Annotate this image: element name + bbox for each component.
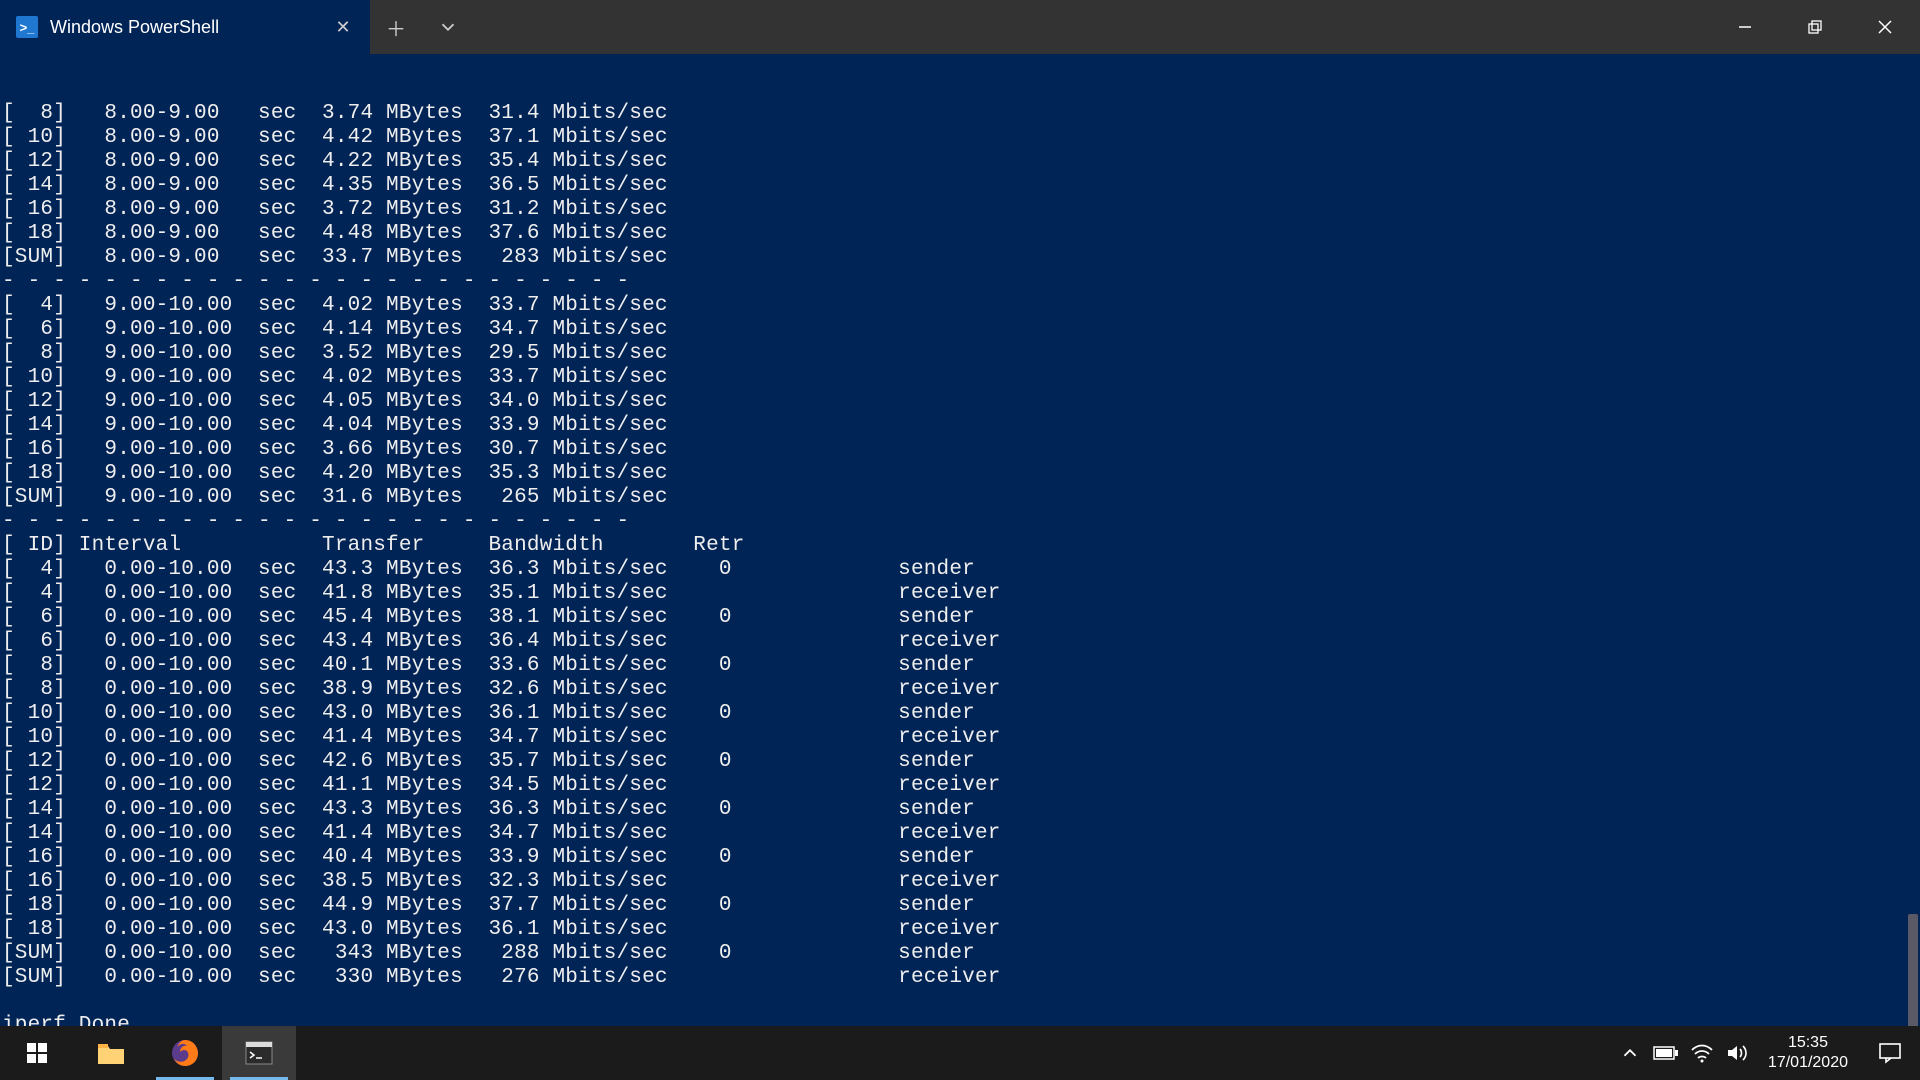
scrollbar-thumb[interactable] [1908, 914, 1918, 1026]
new-tab-button[interactable]: ＋ [370, 0, 422, 54]
terminal-line: [ 16] 9.00-10.00 sec 3.66 MBytes 30.7 Mb… [2, 438, 1918, 462]
terminal-line: [ 18] 8.00-9.00 sec 4.48 MBytes 37.6 Mbi… [2, 222, 1918, 246]
terminal-line: [ 14] 0.00-10.00 sec 41.4 MBytes 34.7 Mb… [2, 822, 1918, 846]
minimize-button[interactable] [1710, 0, 1780, 54]
close-icon [1878, 20, 1892, 34]
chevron-down-icon [437, 16, 459, 38]
terminal-line: [ ID] Interval Transfer Bandwidth Retr [2, 534, 1918, 558]
taskbar-clock[interactable]: 15:35 17/01/2020 [1756, 1026, 1860, 1080]
terminal-line: [ 10] 0.00-10.00 sec 41.4 MBytes 34.7 Mb… [2, 726, 1918, 750]
action-center-button[interactable] [1860, 1026, 1920, 1080]
tray-battery[interactable] [1648, 1026, 1684, 1080]
terminal-line: [ 12] 9.00-10.00 sec 4.05 MBytes 34.0 Mb… [2, 390, 1918, 414]
tab-title: Windows PowerShell [50, 17, 320, 38]
wifi-icon [1690, 1043, 1714, 1063]
volume-icon [1726, 1043, 1750, 1063]
terminal-tab[interactable]: >_ Windows PowerShell ✕ [0, 0, 370, 54]
clock-date: 17/01/2020 [1768, 1053, 1848, 1073]
battery-icon [1653, 1045, 1679, 1061]
app-window: >_ Windows PowerShell ✕ ＋ [ 8] 8.00-9.00… [0, 0, 1920, 1080]
terminal-line: [ 4] 0.00-10.00 sec 43.3 MBytes 36.3 Mbi… [2, 558, 1918, 582]
terminal-line: [SUM] 8.00-9.00 sec 33.7 MBytes 283 Mbit… [2, 246, 1918, 270]
terminal-line: [ 6] 9.00-10.00 sec 4.14 MBytes 34.7 Mbi… [2, 318, 1918, 342]
file-explorer-icon [96, 1040, 126, 1066]
terminal-line: [ 4] 9.00-10.00 sec 4.02 MBytes 33.7 Mbi… [2, 294, 1918, 318]
terminal-line: [ 8] 0.00-10.00 sec 38.9 MBytes 32.6 Mbi… [2, 678, 1918, 702]
taskbar-terminal[interactable] [222, 1026, 296, 1080]
tray-overflow-button[interactable] [1612, 1026, 1648, 1080]
terminal-line: [ 6] 0.00-10.00 sec 45.4 MBytes 38.1 Mbi… [2, 606, 1918, 630]
terminal-line: [ 8] 9.00-10.00 sec 3.52 MBytes 29.5 Mbi… [2, 342, 1918, 366]
terminal-line: [ 10] 8.00-9.00 sec 4.42 MBytes 37.1 Mbi… [2, 126, 1918, 150]
terminal-icon [244, 1040, 274, 1066]
start-button[interactable] [0, 1026, 74, 1080]
tray-volume[interactable] [1720, 1026, 1756, 1080]
terminal-line: [ 8] 8.00-9.00 sec 3.74 MBytes 31.4 Mbit… [2, 102, 1918, 126]
terminal-line: [ 8] 0.00-10.00 sec 40.1 MBytes 33.6 Mbi… [2, 654, 1918, 678]
terminal-line: iperf Done. [2, 1014, 1918, 1026]
maximize-button[interactable] [1780, 0, 1850, 54]
terminal-line: [SUM] 0.00-10.00 sec 343 MBytes 288 Mbit… [2, 942, 1918, 966]
notification-icon [1878, 1042, 1902, 1064]
terminal-line: [ 10] 0.00-10.00 sec 43.0 MBytes 36.1 Mb… [2, 702, 1918, 726]
chevron-up-icon [1619, 1042, 1641, 1064]
terminal-line: [SUM] 9.00-10.00 sec 31.6 MBytes 265 Mbi… [2, 486, 1918, 510]
terminal-line: [SUM] 0.00-10.00 sec 330 MBytes 276 Mbit… [2, 966, 1918, 990]
terminal-line: [ 16] 0.00-10.00 sec 40.4 MBytes 33.9 Mb… [2, 846, 1918, 870]
terminal-line: [ 14] 9.00-10.00 sec 4.04 MBytes 33.9 Mb… [2, 414, 1918, 438]
close-window-button[interactable] [1850, 0, 1920, 54]
scrollbar[interactable] [1898, 54, 1920, 1026]
terminal-line: - - - - - - - - - - - - - - - - - - - - … [2, 270, 1918, 294]
terminal-line: [ 4] 0.00-10.00 sec 41.8 MBytes 35.1 Mbi… [2, 582, 1918, 606]
terminal-line: [ 14] 0.00-10.00 sec 43.3 MBytes 36.3 Mb… [2, 798, 1918, 822]
terminal-output[interactable]: [ 8] 8.00-9.00 sec 3.74 MBytes 31.4 Mbit… [0, 54, 1920, 1026]
terminal-line: [ 16] 0.00-10.00 sec 38.5 MBytes 32.3 Mb… [2, 870, 1918, 894]
taskbar-file-explorer[interactable] [74, 1026, 148, 1080]
terminal-line: [ 10] 9.00-10.00 sec 4.02 MBytes 33.7 Mb… [2, 366, 1918, 390]
terminal-line: [ 12] 0.00-10.00 sec 41.1 MBytes 34.5 Mb… [2, 774, 1918, 798]
close-tab-button[interactable]: ✕ [332, 17, 354, 38]
terminal-line: [ 18] 0.00-10.00 sec 44.9 MBytes 37.7 Mb… [2, 894, 1918, 918]
minimize-icon [1738, 20, 1752, 34]
powershell-icon: >_ [16, 16, 38, 38]
tray-wifi[interactable] [1684, 1026, 1720, 1080]
taskbar: 15:35 17/01/2020 [0, 1026, 1920, 1080]
windows-icon [25, 1041, 49, 1065]
terminal-line: [ 6] 0.00-10.00 sec 43.4 MBytes 36.4 Mbi… [2, 630, 1918, 654]
terminal-line: [ 14] 8.00-9.00 sec 4.35 MBytes 36.5 Mbi… [2, 174, 1918, 198]
titlebar: >_ Windows PowerShell ✕ ＋ [0, 0, 1920, 54]
taskbar-firefox[interactable] [148, 1026, 222, 1080]
terminal-line: [ 12] 8.00-9.00 sec 4.22 MBytes 35.4 Mbi… [2, 150, 1918, 174]
terminal-line: - - - - - - - - - - - - - - - - - - - - … [2, 510, 1918, 534]
terminal-line: [ 16] 8.00-9.00 sec 3.72 MBytes 31.2 Mbi… [2, 198, 1918, 222]
system-tray: 15:35 17/01/2020 [1612, 1026, 1920, 1080]
tab-dropdown-button[interactable] [422, 0, 474, 54]
restore-icon [1808, 20, 1822, 34]
terminal-line: [ 12] 0.00-10.00 sec 42.6 MBytes 35.7 Mb… [2, 750, 1918, 774]
terminal-line [2, 990, 1918, 1014]
firefox-icon [170, 1038, 200, 1068]
terminal-line: [ 18] 9.00-10.00 sec 4.20 MBytes 35.3 Mb… [2, 462, 1918, 486]
terminal-line: [ 18] 0.00-10.00 sec 43.0 MBytes 36.1 Mb… [2, 918, 1918, 942]
clock-time: 15:35 [1788, 1033, 1828, 1053]
